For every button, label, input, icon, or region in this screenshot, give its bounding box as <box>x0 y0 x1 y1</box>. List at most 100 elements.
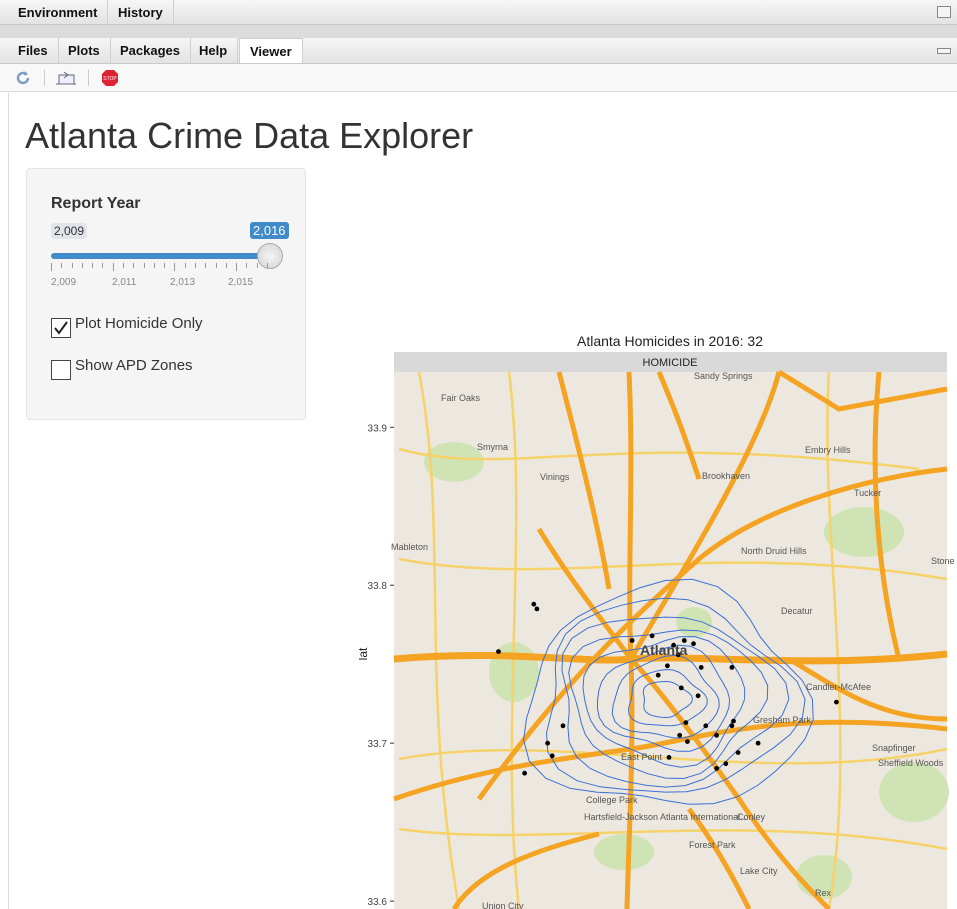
viewer-toolbar: STOP <box>0 64 957 92</box>
homicide-only-checkbox[interactable] <box>51 318 71 338</box>
homicide-point <box>531 601 537 607</box>
homicide-point <box>755 740 761 746</box>
slider-tick <box>215 263 217 268</box>
slider-tick <box>143 263 145 268</box>
y-tick-label: 33.9 <box>368 423 388 434</box>
slider-tick <box>133 263 135 268</box>
restore-pane-icon[interactable] <box>937 6 951 18</box>
park-area <box>594 834 654 870</box>
map-place-label: Hartsfield-Jackson Atlanta International… <box>584 812 748 822</box>
map-place-label: Decatur <box>781 606 813 616</box>
map-place-label: Embry Hills <box>805 445 851 455</box>
y-axis-label: lat <box>359 647 370 660</box>
homicide-point <box>560 723 566 729</box>
map-place-label: Union City <box>482 901 524 909</box>
slider-tick <box>153 263 155 268</box>
map-place-label: Mableton <box>391 542 428 552</box>
slider-tick <box>236 263 238 271</box>
homicide-point <box>735 750 741 755</box>
pane-separator[interactable] <box>0 25 957 38</box>
homicide-map-plot: Atlanta Homicides in 2016: 32 HOMICIDE 3… <box>359 333 957 909</box>
slider-tick <box>184 263 186 268</box>
map-place-label: Brookhaven <box>702 471 750 481</box>
slider-tick-label: 2,013 <box>170 277 196 288</box>
homicide-point <box>703 723 709 729</box>
map-place-label: College Park <box>586 795 638 805</box>
map-place-label: East Point <box>621 752 663 762</box>
slider-tick <box>102 263 104 268</box>
map-background <box>393 369 949 909</box>
map-place-label: Smyrna <box>477 442 508 452</box>
homicide-point <box>655 672 661 678</box>
slider-tick <box>71 263 73 268</box>
homicide-point <box>729 665 735 670</box>
toolbar-divider <box>88 70 89 86</box>
homicide-point <box>678 685 684 691</box>
map-place-label: Stone Mountain <box>931 556 957 566</box>
viewer-content: Atlanta Crime Data Explorer Report Year … <box>8 93 957 909</box>
slider-value-badge: 2,016 <box>250 222 289 239</box>
homicide-point <box>683 720 689 725</box>
map-place-label: Lake City <box>740 866 778 876</box>
y-tick-label: 33.7 <box>368 739 388 750</box>
minimize-pane-icon[interactable] <box>937 48 951 54</box>
map-place-label: Rex <box>815 888 832 898</box>
slider-tick <box>164 263 166 268</box>
map-place-label: Snapfinger <box>872 743 916 753</box>
refresh-icon[interactable] <box>14 69 32 87</box>
park-area <box>824 507 904 557</box>
tab-files[interactable]: Files <box>8 38 59 63</box>
apd-zones-checkbox[interactable] <box>51 360 71 380</box>
homicide-point <box>691 641 696 647</box>
homicide-point <box>496 649 501 654</box>
park-area <box>424 442 484 482</box>
slider-tick <box>195 263 196 268</box>
page-title: Atlanta Crime Data Explorer <box>25 115 474 156</box>
slider-tick <box>246 263 248 268</box>
slider-tick <box>112 263 114 271</box>
workspace-tabbar: Environment History <box>0 0 957 25</box>
tab-packages[interactable]: Packages <box>110 38 191 63</box>
slider-tick <box>123 263 124 268</box>
slider-tick <box>81 263 83 268</box>
homicide-point <box>729 723 735 729</box>
park-area <box>676 607 712 637</box>
tab-help[interactable]: Help <box>189 38 239 63</box>
sidebar-panel: Report Year 2,009 2,016 2,009 2,011 2,01… <box>26 168 306 420</box>
toolbar-divider <box>44 70 45 86</box>
homicide-point <box>714 732 719 738</box>
homicide-point <box>677 732 683 738</box>
y-axis: 33.9 33.8 33.7 33.6 <box>368 423 394 908</box>
slider-label: Report Year <box>51 195 141 212</box>
homicide-point <box>534 606 540 612</box>
facet-label: HOMICIDE <box>643 357 698 369</box>
homicide-point <box>698 665 704 670</box>
slider-track[interactable] <box>51 253 273 259</box>
map-place-label: Atlanta <box>640 642 688 658</box>
tab-plots[interactable]: Plots <box>58 38 111 63</box>
homicide-point <box>695 693 701 699</box>
homicide-point <box>685 739 690 744</box>
apd-zones-label[interactable]: Show APD Zones <box>75 357 193 374</box>
tab-history[interactable]: History <box>108 0 174 24</box>
homicide-only-label[interactable]: Plot Homicide Only <box>75 315 203 332</box>
homicide-point <box>723 761 729 767</box>
stop-icon[interactable]: STOP <box>101 69 119 87</box>
open-in-browser-icon[interactable] <box>55 69 77 87</box>
map-place-label: Gresham Park <box>753 715 812 725</box>
map-place-label: Conley <box>737 812 766 822</box>
map-place-label: Sandy Springs <box>694 371 753 381</box>
y-tick-label: 33.8 <box>368 581 388 592</box>
park-area <box>879 762 949 822</box>
map-place-label: Sheffield Woods <box>878 758 944 768</box>
slider-tick <box>225 263 227 268</box>
map-place-label: North Druid Hills <box>741 546 807 556</box>
chart-title: Atlanta Homicides in 2016: 32 <box>577 333 763 349</box>
tab-environment[interactable]: Environment <box>8 0 109 24</box>
slider-tick-label: 2,009 <box>51 277 77 288</box>
slider-tick <box>61 263 63 268</box>
svg-text:STOP: STOP <box>103 76 117 82</box>
homicide-point <box>649 633 655 639</box>
homicide-point <box>666 755 672 760</box>
tab-viewer[interactable]: Viewer <box>239 38 303 63</box>
